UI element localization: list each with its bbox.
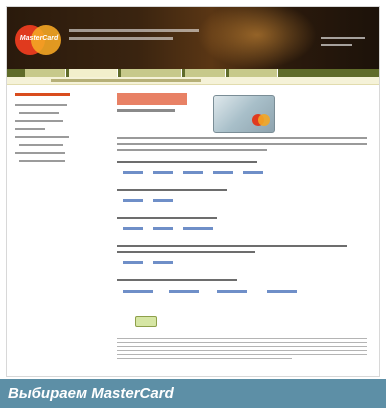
radio-option[interactable] <box>123 227 143 230</box>
radio-option[interactable] <box>153 227 173 230</box>
header-tagline <box>69 29 199 45</box>
breadcrumb <box>7 77 379 85</box>
radio-option[interactable] <box>123 261 143 264</box>
question-3 <box>117 217 217 219</box>
radio-option[interactable] <box>183 227 213 230</box>
radio-option[interactable] <box>123 199 143 202</box>
radio-option[interactable] <box>217 290 247 293</box>
sidebar-item[interactable] <box>15 152 65 154</box>
credit-card-icon <box>213 95 275 133</box>
question-1 <box>117 161 257 163</box>
radio-option[interactable] <box>267 290 297 293</box>
radio-option[interactable] <box>153 171 173 174</box>
sidebar-heading <box>15 93 70 96</box>
site-header: MasterCard <box>7 7 379 69</box>
radio-option[interactable] <box>153 261 173 264</box>
sidebar-item[interactable] <box>15 104 67 106</box>
radio-option[interactable] <box>243 171 263 174</box>
question-5 <box>117 279 237 281</box>
radio-option[interactable] <box>213 171 233 174</box>
nav-tab-5[interactable] <box>229 69 278 77</box>
caption: Выбираем MasterCard <box>0 379 386 408</box>
question-2 <box>117 189 227 191</box>
sidebar <box>15 93 77 168</box>
radio-option[interactable] <box>169 290 199 293</box>
fine-print <box>117 338 367 362</box>
page-title <box>117 93 187 105</box>
header-photo <box>197 7 317 69</box>
sidebar-item[interactable] <box>15 128 45 130</box>
sidebar-item[interactable] <box>15 120 63 122</box>
radio-option[interactable] <box>183 171 203 174</box>
nav-tab-3[interactable] <box>121 69 182 77</box>
nav-tab-4[interactable] <box>185 69 226 77</box>
radio-option[interactable] <box>123 171 143 174</box>
sidebar-item[interactable] <box>15 136 69 138</box>
radio-option[interactable] <box>153 199 173 202</box>
screenshot-frame: MasterCard <box>6 6 380 377</box>
sidebar-item[interactable] <box>19 160 65 162</box>
sidebar-item[interactable] <box>19 144 63 146</box>
submit-button[interactable] <box>135 316 157 327</box>
radio-option[interactable] <box>123 290 153 293</box>
mastercard-logo-icon[interactable]: MasterCard <box>15 25 61 55</box>
sidebar-item[interactable] <box>19 112 59 114</box>
page-subtitle <box>117 109 175 112</box>
nav-tab-1[interactable] <box>25 69 66 77</box>
intro-paragraph <box>117 137 367 155</box>
nav-tab-2[interactable] <box>69 69 118 77</box>
header-links[interactable] <box>321 37 365 51</box>
question-4 <box>117 245 347 253</box>
